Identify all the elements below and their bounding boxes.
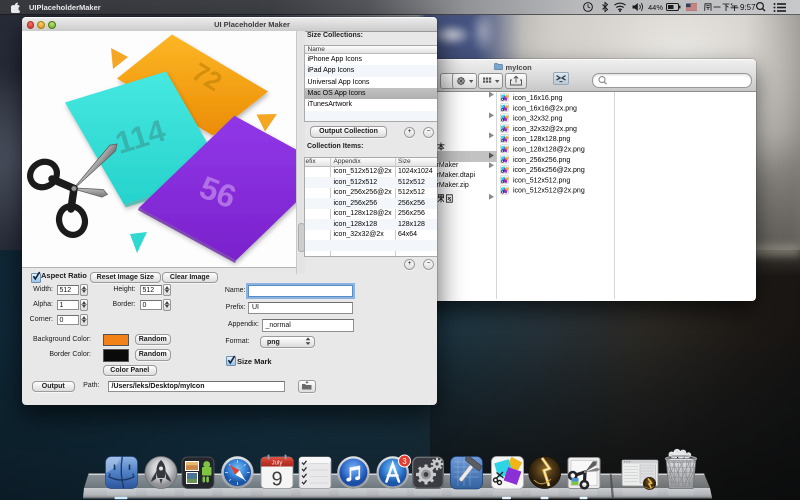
svg-text:icon_512x512@2x.png: icon_512x512@2x.png: [513, 188, 585, 195]
svg-text:9:57: 9:57: [740, 3, 756, 12]
svg-text:icon_16x16.png: icon_16x16.png: [513, 95, 563, 102]
svg-text:icon_32x32.png: icon_32x32.png: [513, 116, 563, 123]
svg-text:icon_256x256@2x.png: icon_256x256@2x.png: [513, 167, 585, 174]
svg-text:July: July: [272, 461, 283, 467]
svg-text:icon_512x512.png: icon_512x512.png: [513, 177, 570, 184]
svg-text:3: 3: [402, 457, 407, 466]
svg-text:9: 9: [271, 469, 282, 491]
svg-text:icon_256x256.png: icon_256x256.png: [513, 157, 570, 164]
svg-text:44%: 44%: [648, 3, 663, 12]
svg-text:icon_128x128@2x.png: icon_128x128@2x.png: [513, 147, 585, 154]
svg-text:icon_32x32@2x.png: icon_32x32@2x.png: [513, 126, 577, 133]
svg-text:icon_16x16@2x.png: icon_16x16@2x.png: [513, 105, 577, 112]
svg-text:icon_128x128.png: icon_128x128.png: [513, 136, 570, 143]
